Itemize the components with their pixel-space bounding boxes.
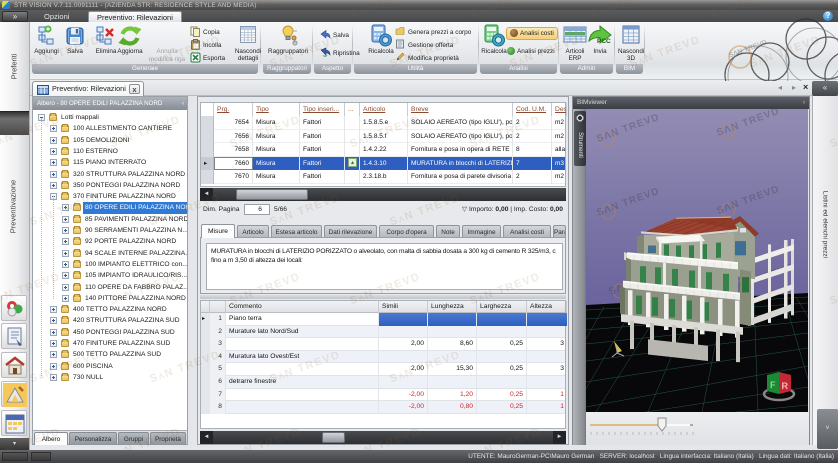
svg-text:F: F — [770, 380, 776, 390]
svg-text:PCC: PCC — [597, 38, 611, 45]
svg-text:R: R — [782, 381, 789, 391]
